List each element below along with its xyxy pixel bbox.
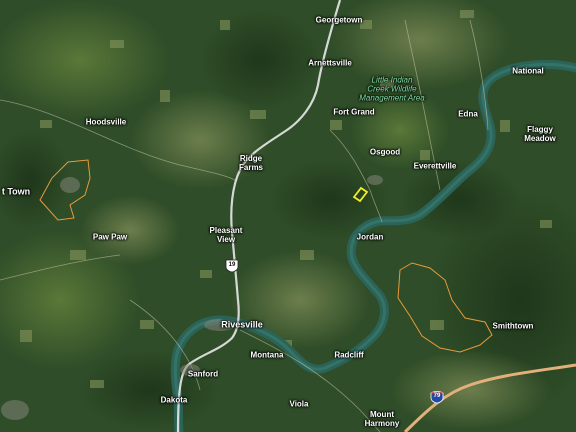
- label-georgetown: Georgetown: [315, 15, 363, 25]
- label-t-town: t Town: [1, 186, 31, 197]
- label-smithtown: Smithtown: [492, 321, 534, 331]
- label-montana: Montana: [250, 350, 284, 360]
- label-viola: Viola: [289, 399, 309, 409]
- label-everettville: Everettville: [413, 161, 457, 171]
- label-national: National: [512, 66, 544, 76]
- label-hoodsville: Hoodsville: [85, 117, 127, 127]
- label-arnettsville: Arnettsville: [308, 58, 352, 68]
- label-jordan: Jordan: [356, 232, 384, 242]
- label-wildlife-management-area: Little Indian Creek Wildlife Management …: [359, 75, 425, 103]
- label-fort-grand: Fort Grand: [333, 107, 375, 117]
- label-sanford: Sanford: [187, 369, 219, 379]
- map-imagery: [0, 0, 576, 432]
- label-ridge-farms: Ridge Farms: [238, 154, 264, 172]
- label-rivesville: Rivesville: [221, 319, 263, 330]
- label-osgood: Osgood: [369, 147, 401, 157]
- label-dakota: Dakota: [160, 395, 188, 405]
- label-mount-harmony: Mount Harmony: [364, 410, 400, 428]
- label-flaggy-meadow: Flaggy Meadow: [524, 125, 556, 143]
- satellite-map[interactable]: Georgetown National Arnettsville Fort Gr…: [0, 0, 576, 432]
- label-pleasant-view: Pleasant View: [209, 226, 243, 244]
- label-edna: Edna: [458, 109, 478, 119]
- label-paw-paw: Paw Paw: [92, 232, 128, 242]
- i-79-shield-number: 79: [433, 393, 441, 399]
- us-19-shield-number: 19: [228, 262, 236, 268]
- i-79-shield-icon: 79: [430, 390, 444, 404]
- label-radcliff: Radcliff: [334, 350, 364, 360]
- us-19-shield-icon: 19: [225, 259, 239, 273]
